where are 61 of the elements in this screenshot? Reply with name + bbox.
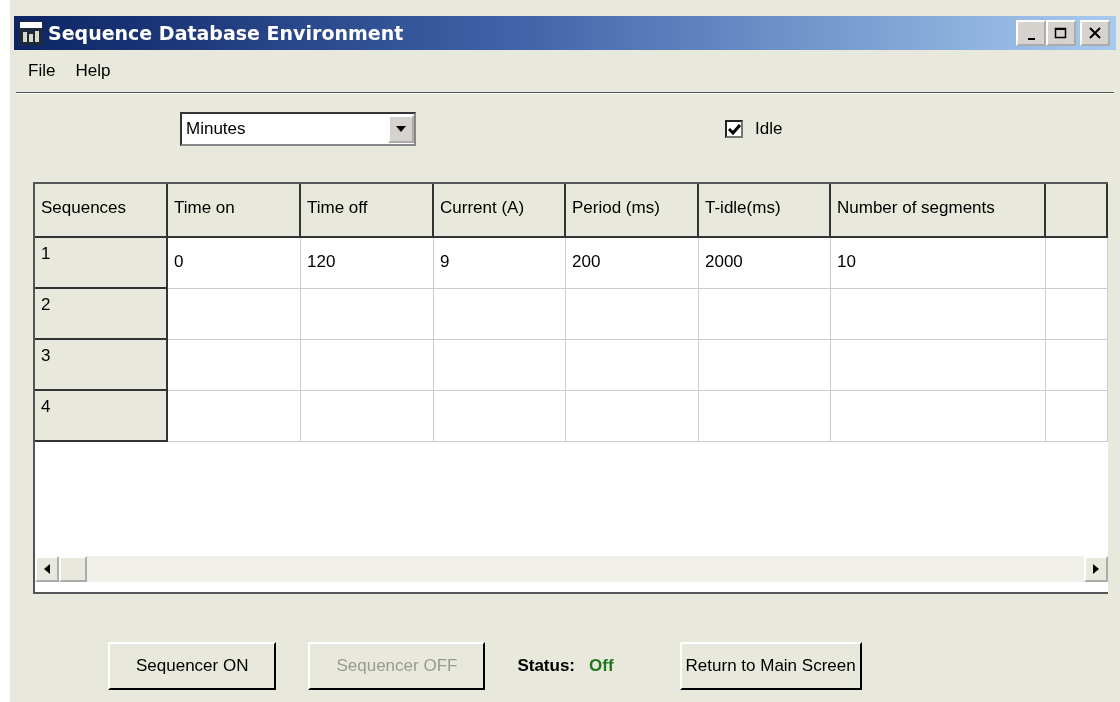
- column-header: Number of segments: [831, 184, 1046, 238]
- scroll-thumb[interactable]: [59, 556, 87, 582]
- right-arrow-icon: [1093, 564, 1099, 574]
- table-cell[interactable]: [831, 391, 1046, 442]
- table-cell[interactable]: 200: [566, 238, 699, 289]
- column-header: Current (A): [434, 184, 566, 238]
- table-cell[interactable]: 2000: [699, 238, 831, 289]
- table-cell[interactable]: [434, 391, 566, 442]
- checkbox-label: Idle: [755, 119, 783, 139]
- menu-item[interactable]: File: [28, 61, 56, 81]
- table-cell[interactable]: [1046, 289, 1108, 340]
- table-cell[interactable]: 10: [831, 238, 1046, 289]
- column-header: Sequences: [35, 184, 168, 238]
- row-header[interactable]: 1: [35, 238, 168, 289]
- table-cell[interactable]: [168, 340, 301, 391]
- table-cell[interactable]: [566, 391, 699, 442]
- table-cell[interactable]: 0: [168, 238, 301, 289]
- column-header: Period (ms): [566, 184, 699, 238]
- table-cell[interactable]: [831, 289, 1046, 340]
- minimize-icon: [1027, 38, 1035, 40]
- units-dropdown[interactable]: Minutes: [180, 112, 416, 146]
- table-cell[interactable]: [699, 391, 831, 442]
- row-header[interactable]: 2: [35, 289, 168, 340]
- row-header[interactable]: 3: [35, 340, 168, 391]
- table-cell[interactable]: [1046, 238, 1108, 289]
- table-cell[interactable]: [1046, 391, 1108, 442]
- maximize-icon: [1054, 27, 1068, 39]
- caret-icon: [396, 126, 406, 132]
- maximize-button[interactable]: [1046, 20, 1076, 46]
- status-label: Status:: [517, 656, 576, 676]
- row-header[interactable]: 4: [35, 391, 168, 442]
- menu-item[interactable]: Help: [75, 61, 111, 81]
- table-cell[interactable]: [831, 340, 1046, 391]
- table-cell[interactable]: [434, 289, 566, 340]
- column-header: [1046, 184, 1108, 238]
- left-arrow-icon: [44, 564, 50, 574]
- table-cell[interactable]: [168, 391, 301, 442]
- window-title: Sequence Database Environment: [48, 22, 404, 44]
- close-button[interactable]: [1080, 20, 1110, 46]
- table-cell[interactable]: 9: [434, 238, 566, 289]
- column-header: Time on: [168, 184, 301, 238]
- table-cell[interactable]: [168, 289, 301, 340]
- close-icon: [1088, 27, 1102, 39]
- table-cell[interactable]: [301, 391, 434, 442]
- table-cell[interactable]: [699, 340, 831, 391]
- table-cell[interactable]: [301, 289, 434, 340]
- table-cell[interactable]: [566, 340, 699, 391]
- table-cell[interactable]: 120: [301, 238, 434, 289]
- action-button[interactable]: Return to Main Screen: [679, 642, 862, 690]
- table-cell[interactable]: [699, 289, 831, 340]
- table-cell[interactable]: [566, 289, 699, 340]
- table-cell[interactable]: [434, 340, 566, 391]
- action-button[interactable]: Sequencer ON: [108, 642, 277, 690]
- idle-checkbox[interactable]: [725, 120, 743, 138]
- app-icon: [18, 20, 44, 46]
- column-header: T-idle(ms): [699, 184, 831, 238]
- table-cell[interactable]: [1046, 340, 1108, 391]
- table-cell[interactable]: [301, 340, 434, 391]
- column-header: Time off: [301, 184, 434, 238]
- status-value: Off: [589, 656, 614, 676]
- horizontal-scrollbar[interactable]: [35, 554, 1108, 584]
